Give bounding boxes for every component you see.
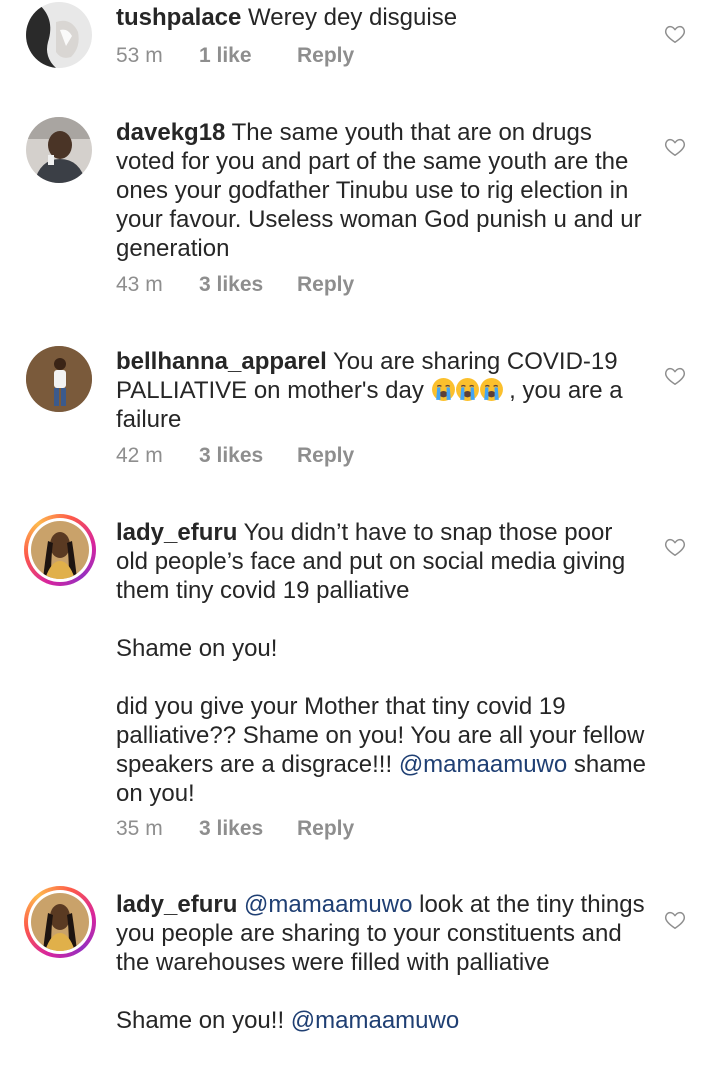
- avatar[interactable]: [24, 514, 96, 586]
- comment-time: 42 m: [116, 444, 163, 467]
- comment-meta: 53 m 1 like Reply: [116, 44, 354, 68]
- avatar-story-ring: [28, 518, 92, 582]
- reply-button[interactable]: Reply: [297, 44, 354, 68]
- mention-link[interactable]: @mamaamuwo: [291, 1007, 459, 1034]
- comment-text: bellhanna_apparel You are sharing COVID-…: [116, 347, 646, 434]
- comment-username[interactable]: bellhanna_apparel: [116, 348, 327, 375]
- comment-username[interactable]: davekg18: [116, 119, 225, 146]
- reply-button[interactable]: Reply: [297, 444, 354, 468]
- comment-likes[interactable]: 1 like: [199, 44, 297, 68]
- comment-text: tushpalace Werey dey disguise: [116, 3, 646, 32]
- comment-time: 35 m: [116, 817, 163, 840]
- comment-meta: 43 m 3 likes Reply: [116, 273, 354, 297]
- avatar[interactable]: [24, 886, 96, 958]
- heart-outline-icon[interactable]: [664, 365, 686, 387]
- comment-username[interactable]: lady_efuru: [116, 891, 237, 918]
- comment-text: lady_efuru You didn’t have to snap those…: [116, 518, 646, 808]
- heart-outline-icon[interactable]: [664, 909, 686, 931]
- comment-body: You didn’t have to snap those poor old p…: [116, 519, 645, 778]
- reply-button[interactable]: Reply: [297, 817, 354, 841]
- mention-link[interactable]: @mamaamuwo: [237, 891, 412, 918]
- comment-likes[interactable]: 3 likes: [199, 273, 297, 297]
- comment-username[interactable]: tushpalace: [116, 4, 241, 31]
- comment-meta: 35 m 3 likes Reply: [116, 817, 354, 841]
- comment-meta: 42 m 3 likes Reply: [116, 444, 354, 468]
- heart-outline-icon[interactable]: [664, 23, 686, 45]
- reply-button[interactable]: Reply: [297, 273, 354, 297]
- mention-link[interactable]: @mamaamuwo: [399, 751, 567, 778]
- comment-text: davekg18 The same youth that are on drug…: [116, 118, 646, 263]
- avatar[interactable]: [26, 2, 92, 68]
- heart-outline-icon[interactable]: [664, 536, 686, 558]
- comment-likes[interactable]: 3 likes: [199, 444, 297, 468]
- avatar[interactable]: [26, 346, 92, 412]
- loudly-crying-face-icon: [431, 377, 503, 404]
- comment-time: 43 m: [116, 273, 163, 296]
- comment-likes[interactable]: 3 likes: [199, 817, 297, 841]
- comment-text: lady_efuru @mamaamuwo look at the tiny t…: [116, 890, 646, 1035]
- comment-username[interactable]: lady_efuru: [116, 519, 237, 546]
- heart-outline-icon[interactable]: [664, 136, 686, 158]
- comment-body: Werey dey disguise: [241, 4, 458, 31]
- comment-time: 53 m: [116, 44, 163, 67]
- avatar-story-ring: [28, 890, 92, 954]
- avatar[interactable]: [26, 117, 92, 183]
